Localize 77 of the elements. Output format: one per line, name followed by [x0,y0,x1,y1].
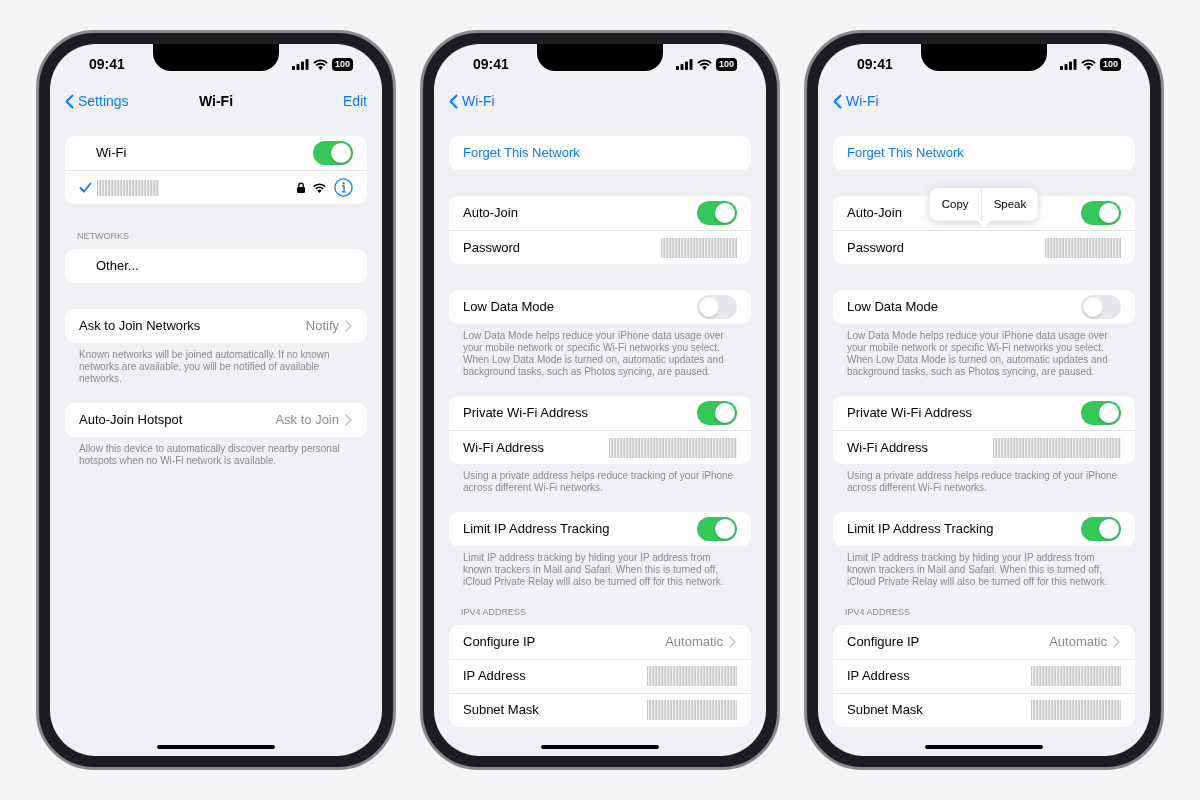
toggle-switch[interactable] [697,295,737,319]
redacted-network-name [97,179,159,196]
row-label: Limit IP Address Tracking [847,520,994,539]
row-label: Limit IP Address Tracking [463,520,610,539]
row-label: Wi-Fi Address [847,438,928,457]
back-link[interactable]: Settings [65,90,129,112]
wifi-icon [313,182,326,193]
row-label: Ask to Join Networks [79,316,201,335]
row-value: Automatic [1049,632,1107,651]
row-label: Configure IP [847,632,920,651]
toggle-switch[interactable] [697,401,737,425]
row-value: Notify [305,316,339,335]
toggle-switch[interactable] [1081,401,1121,425]
section-footer-text: Known networks will be joined automatically. If no known networks are available, you will be notified of available networks. [78,347,331,385]
back-link[interactable]: Wi-Fi [833,90,879,112]
edit-link[interactable]: Edit [342,90,367,112]
lock-icon [297,182,305,193]
status-time: 09:41 [857,54,893,74]
row-label: Private Wi-Fi Address [463,404,588,423]
row-label: Auto-Join [847,204,902,223]
menu-item[interactable]: Copy [929,188,981,222]
row-value: Automatic [665,632,723,651]
row-label: Low Data Mode [847,298,939,317]
toggle-switch[interactable] [313,141,353,165]
row-label: Subnet Mask [463,701,539,720]
section-footer-text: Limit IP address tracking by hiding your IP address from known trackers in Mail and Safari. When this is turned off, iCloud Private Relay will also be turned off for this network. [846,551,1109,588]
section-header: NETWORKS [76,230,130,243]
wifi-icon [696,58,712,70]
row-value: Ask to Join [275,410,339,429]
battery-level: 100 [715,57,737,71]
chevron-right-icon [345,413,353,426]
back-chevron-icon [833,93,842,109]
section-header: IPV4 ADDRESS [844,606,912,619]
row-label: Other... [96,256,139,275]
section-footer-text: Using a private address helps reduce tracking of your iPhone across different Wi-Fi networks. [462,469,735,494]
back-link[interactable]: Wi-Fi [449,90,495,112]
chevron-right-icon [345,319,353,332]
toggle-switch[interactable] [1081,295,1121,319]
row-label: Wi-Fi Address [463,438,544,457]
section-header: IPV4 ADDRESS [460,606,528,619]
toggle-switch[interactable] [1081,517,1121,541]
forget-network-link[interactable]: Forget This Network [847,143,964,163]
row-label: Password [847,238,905,257]
back-chevron-icon [65,93,74,109]
chevron-right-icon [729,635,737,648]
section-footer-text: Allow this device to automatically discover nearby personal hotspots when no Wi-Fi network is available. [78,441,341,467]
battery-level: 100 [1099,57,1121,71]
nav-title: Wi-Fi [198,91,234,111]
row-label: Wi-Fi [96,144,127,163]
section-footer-text: Low Data Mode helps reduce your iPhone data usage over your mobile network or specific Wi-Fi networks you select. When Low Data Mode is turned on, automatic updates and background tasks, such as Photos syncing, are paused. [846,329,1109,378]
row-label: Low Data Mode [463,298,555,317]
row-label: Auto-Join [463,204,518,223]
status-time: 09:41 [473,54,509,74]
status-time: 09:41 [89,54,125,74]
back-chevron-icon [449,93,458,109]
row-label: IP Address [847,667,910,686]
row-label: Configure IP [463,632,536,651]
section-footer-text: Limit IP address tracking by hiding your IP address from known trackers in Mail and Safari. When this is turned off, iCloud Private Relay will also be turned off for this network. [462,551,725,588]
toggle-switch[interactable] [1081,201,1121,225]
signal-icon [1059,58,1077,70]
wifi-icon [312,58,328,70]
section-footer-text: Using a private address helps reduce tracking of your iPhone across different Wi-Fi networks. [846,469,1119,494]
forget-network-link[interactable]: Forget This Network [463,143,580,163]
wifi-icon [1080,58,1096,70]
row-label: Private Wi-Fi Address [847,404,972,423]
chevron-right-icon [1113,635,1121,648]
row-label: Subnet Mask [847,701,923,720]
row-label: Auto-Join Hotspot [79,410,183,429]
signal-icon [291,58,309,70]
row-label: Password [463,238,521,257]
row-label: IP Address [463,667,526,686]
toggle-switch[interactable] [697,201,737,225]
section-footer-text: Low Data Mode helps reduce your iPhone data usage over your mobile network or specific Wi-Fi networks you select. When Low Data Mode is turned on, automatic updates and background tasks, such as Photos syncing, are paused. [462,329,725,378]
battery-level: 100 [331,57,353,71]
toggle-switch[interactable] [697,517,737,541]
info-icon[interactable] [334,178,353,197]
signal-icon [675,58,693,70]
